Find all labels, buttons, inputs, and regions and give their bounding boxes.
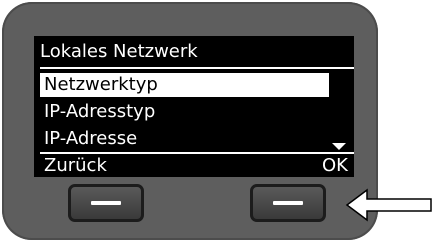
scroll-down-arrow-icon (332, 143, 346, 150)
menu-item-ip-adresse[interactable]: IP-Adresse (40, 127, 137, 151)
screen-title: Lokales Netzwerk (40, 41, 198, 62)
softkey-divider (40, 152, 354, 154)
right-softkey-button[interactable] (250, 184, 326, 222)
title-divider (40, 67, 354, 69)
softkey-line-icon (91, 201, 121, 205)
left-softkey-button[interactable] (68, 184, 144, 222)
arrow-left-icon (345, 188, 432, 222)
softkey-right-label: OK (322, 155, 348, 176)
softkey-left-label: Zurück (44, 155, 107, 176)
menu-item-ip-adresstyp[interactable]: IP-Adresstyp (40, 100, 155, 124)
menu-item-netzwerktyp[interactable]: Netzwerktyp (40, 73, 329, 97)
softkey-line-icon (273, 201, 303, 205)
display-screen: Lokales Netzwerk Netzwerktyp IP-Adressty… (34, 36, 354, 177)
